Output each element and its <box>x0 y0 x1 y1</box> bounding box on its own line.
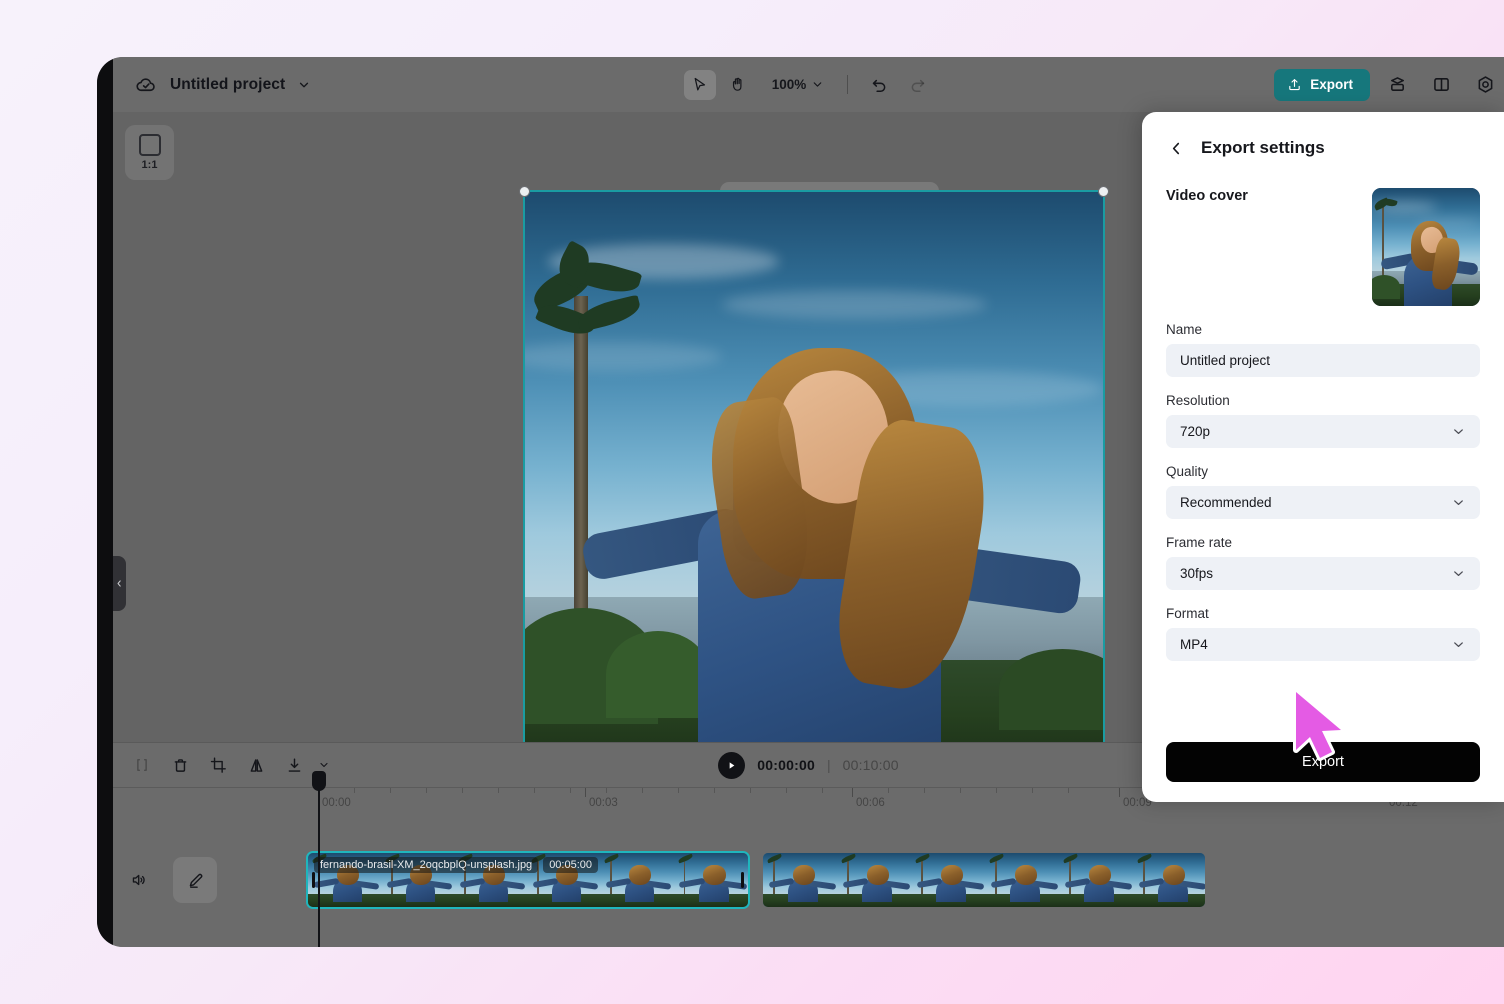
playhead-knob[interactable] <box>312 771 326 791</box>
clip-thumbnail-strip <box>763 853 1205 907</box>
top-right-actions: Export <box>1274 57 1504 112</box>
speaker-icon[interactable] <box>119 864 159 896</box>
video-cover-label: Video cover <box>1166 188 1248 204</box>
zoom-level-selector[interactable]: 100% <box>764 77 833 92</box>
panel-export-button[interactable]: Export <box>1166 742 1480 782</box>
track-controls <box>113 851 308 909</box>
clip-trim-handle-right[interactable] <box>741 872 744 888</box>
undo-icon[interactable] <box>863 70 895 100</box>
field-label: Quality <box>1166 464 1209 479</box>
chevron-down-icon <box>813 82 822 87</box>
redo-icon[interactable] <box>901 70 933 100</box>
resize-handle-top-left[interactable] <box>519 186 530 197</box>
cloud-check-icon <box>135 73 158 96</box>
selected-media-frame[interactable] <box>519 186 1109 742</box>
panel-title: Export settings <box>1201 138 1325 157</box>
video-cover-row: Video cover <box>1142 158 1504 306</box>
chevron-down-icon[interactable] <box>315 759 333 771</box>
format-value: MP4 <box>1180 637 1208 652</box>
chevron-down-icon <box>1454 429 1463 434</box>
field-format: Format MP4 <box>1142 606 1504 661</box>
canvas-photo <box>525 192 1103 742</box>
panel-header: Export settings <box>1142 112 1504 158</box>
resolution-value: 720p <box>1180 424 1211 439</box>
field-label: Format <box>1166 606 1209 621</box>
ruler-label: 00:03 <box>589 797 618 809</box>
chevron-down-icon <box>1454 642 1463 647</box>
chevron-left-icon <box>117 580 121 587</box>
field-quality: Quality Recommended <box>1142 464 1504 519</box>
left-gutter <box>97 57 113 947</box>
time-separator: | <box>826 757 831 773</box>
quality-value: Recommended <box>1180 495 1272 510</box>
back-button[interactable] <box>1166 138 1186 158</box>
square-icon <box>138 134 161 156</box>
timeline-clip[interactable] <box>763 853 1205 907</box>
name-input-value: Untitled project <box>1180 353 1271 368</box>
timeline-track-area: fernando-brasil-XM_2oqcbplQ-unsplash.jpg… <box>113 821 1504 947</box>
field-name: Name Untitled project <box>1142 322 1504 377</box>
timeline-clip[interactable]: fernando-brasil-XM_2oqcbplQ-unsplash.jpg… <box>306 851 750 909</box>
chevron-down-icon[interactable] <box>297 78 311 92</box>
flip-icon[interactable] <box>239 749 273 781</box>
clip-filename: fernando-brasil-XM_2oqcbplQ-unsplash.jpg <box>314 857 539 873</box>
quality-select[interactable]: Recommended <box>1166 486 1480 519</box>
delete-icon[interactable] <box>163 749 197 781</box>
upload-icon <box>1289 79 1300 91</box>
ruler-label: 00:00 <box>322 797 351 809</box>
layers-icon[interactable] <box>1380 68 1414 102</box>
resize-handle-top-right[interactable] <box>1098 186 1109 197</box>
export-button-label: Export <box>1310 77 1353 92</box>
page-title: Untitled project <box>170 75 286 93</box>
gear-icon[interactable] <box>1468 68 1502 102</box>
ruler-label: 00:06 <box>856 797 885 809</box>
aspect-ratio-label: 1:1 <box>141 159 158 171</box>
frame-rate-select[interactable]: 30fps <box>1166 557 1480 590</box>
current-time: 00:00:00 <box>757 757 815 773</box>
zoom-level-value: 100% <box>771 77 807 92</box>
chevron-down-icon <box>1454 571 1463 576</box>
cursor-arrow-icon[interactable] <box>683 69 716 100</box>
chevron-left-icon <box>1172 142 1179 154</box>
chevron-down-icon <box>1454 500 1463 505</box>
clip-duration: 00:05:00 <box>543 857 599 873</box>
clip-label-group: fernando-brasil-XM_2oqcbplQ-unsplash.jpg… <box>314 857 599 873</box>
total-duration: 00:10:00 <box>842 757 899 773</box>
split-panel-icon[interactable] <box>1424 68 1458 102</box>
name-input[interactable]: Untitled project <box>1166 344 1480 377</box>
resolution-select[interactable]: 720p <box>1166 415 1480 448</box>
field-label: Resolution <box>1166 393 1230 408</box>
field-label: Name <box>1166 322 1203 337</box>
export-button[interactable]: Export <box>1274 68 1370 101</box>
timeline-tools-left <box>125 743 333 787</box>
sidebar-collapse-handle[interactable] <box>113 556 126 611</box>
top-bar: Untitled project 100% Export <box>113 57 1504 112</box>
hand-icon[interactable] <box>722 70 754 100</box>
divider <box>847 75 849 94</box>
split-icon[interactable] <box>125 749 159 781</box>
clip-trim-handle-left[interactable] <box>312 872 315 888</box>
video-cover-thumbnail[interactable] <box>1372 188 1480 306</box>
aspect-ratio-chip[interactable]: 1:1 <box>125 125 174 180</box>
field-label: Frame rate <box>1166 535 1233 550</box>
playhead[interactable] <box>312 771 326 947</box>
frame-rate-value: 30fps <box>1180 566 1214 581</box>
export-settings-panel: Export settings Video cover Name Untitle… <box>1142 112 1504 802</box>
pencil-icon[interactable] <box>173 857 217 903</box>
crop-icon[interactable] <box>201 749 235 781</box>
download-icon[interactable] <box>277 749 311 781</box>
field-frame-rate: Frame rate 30fps <box>1142 535 1504 590</box>
app-window: Untitled project 100% Export 1:1 00:00:0… <box>97 57 1504 947</box>
field-resolution: Resolution 720p <box>1142 393 1504 448</box>
play-button[interactable] <box>718 751 746 779</box>
format-select[interactable]: MP4 <box>1166 628 1480 661</box>
